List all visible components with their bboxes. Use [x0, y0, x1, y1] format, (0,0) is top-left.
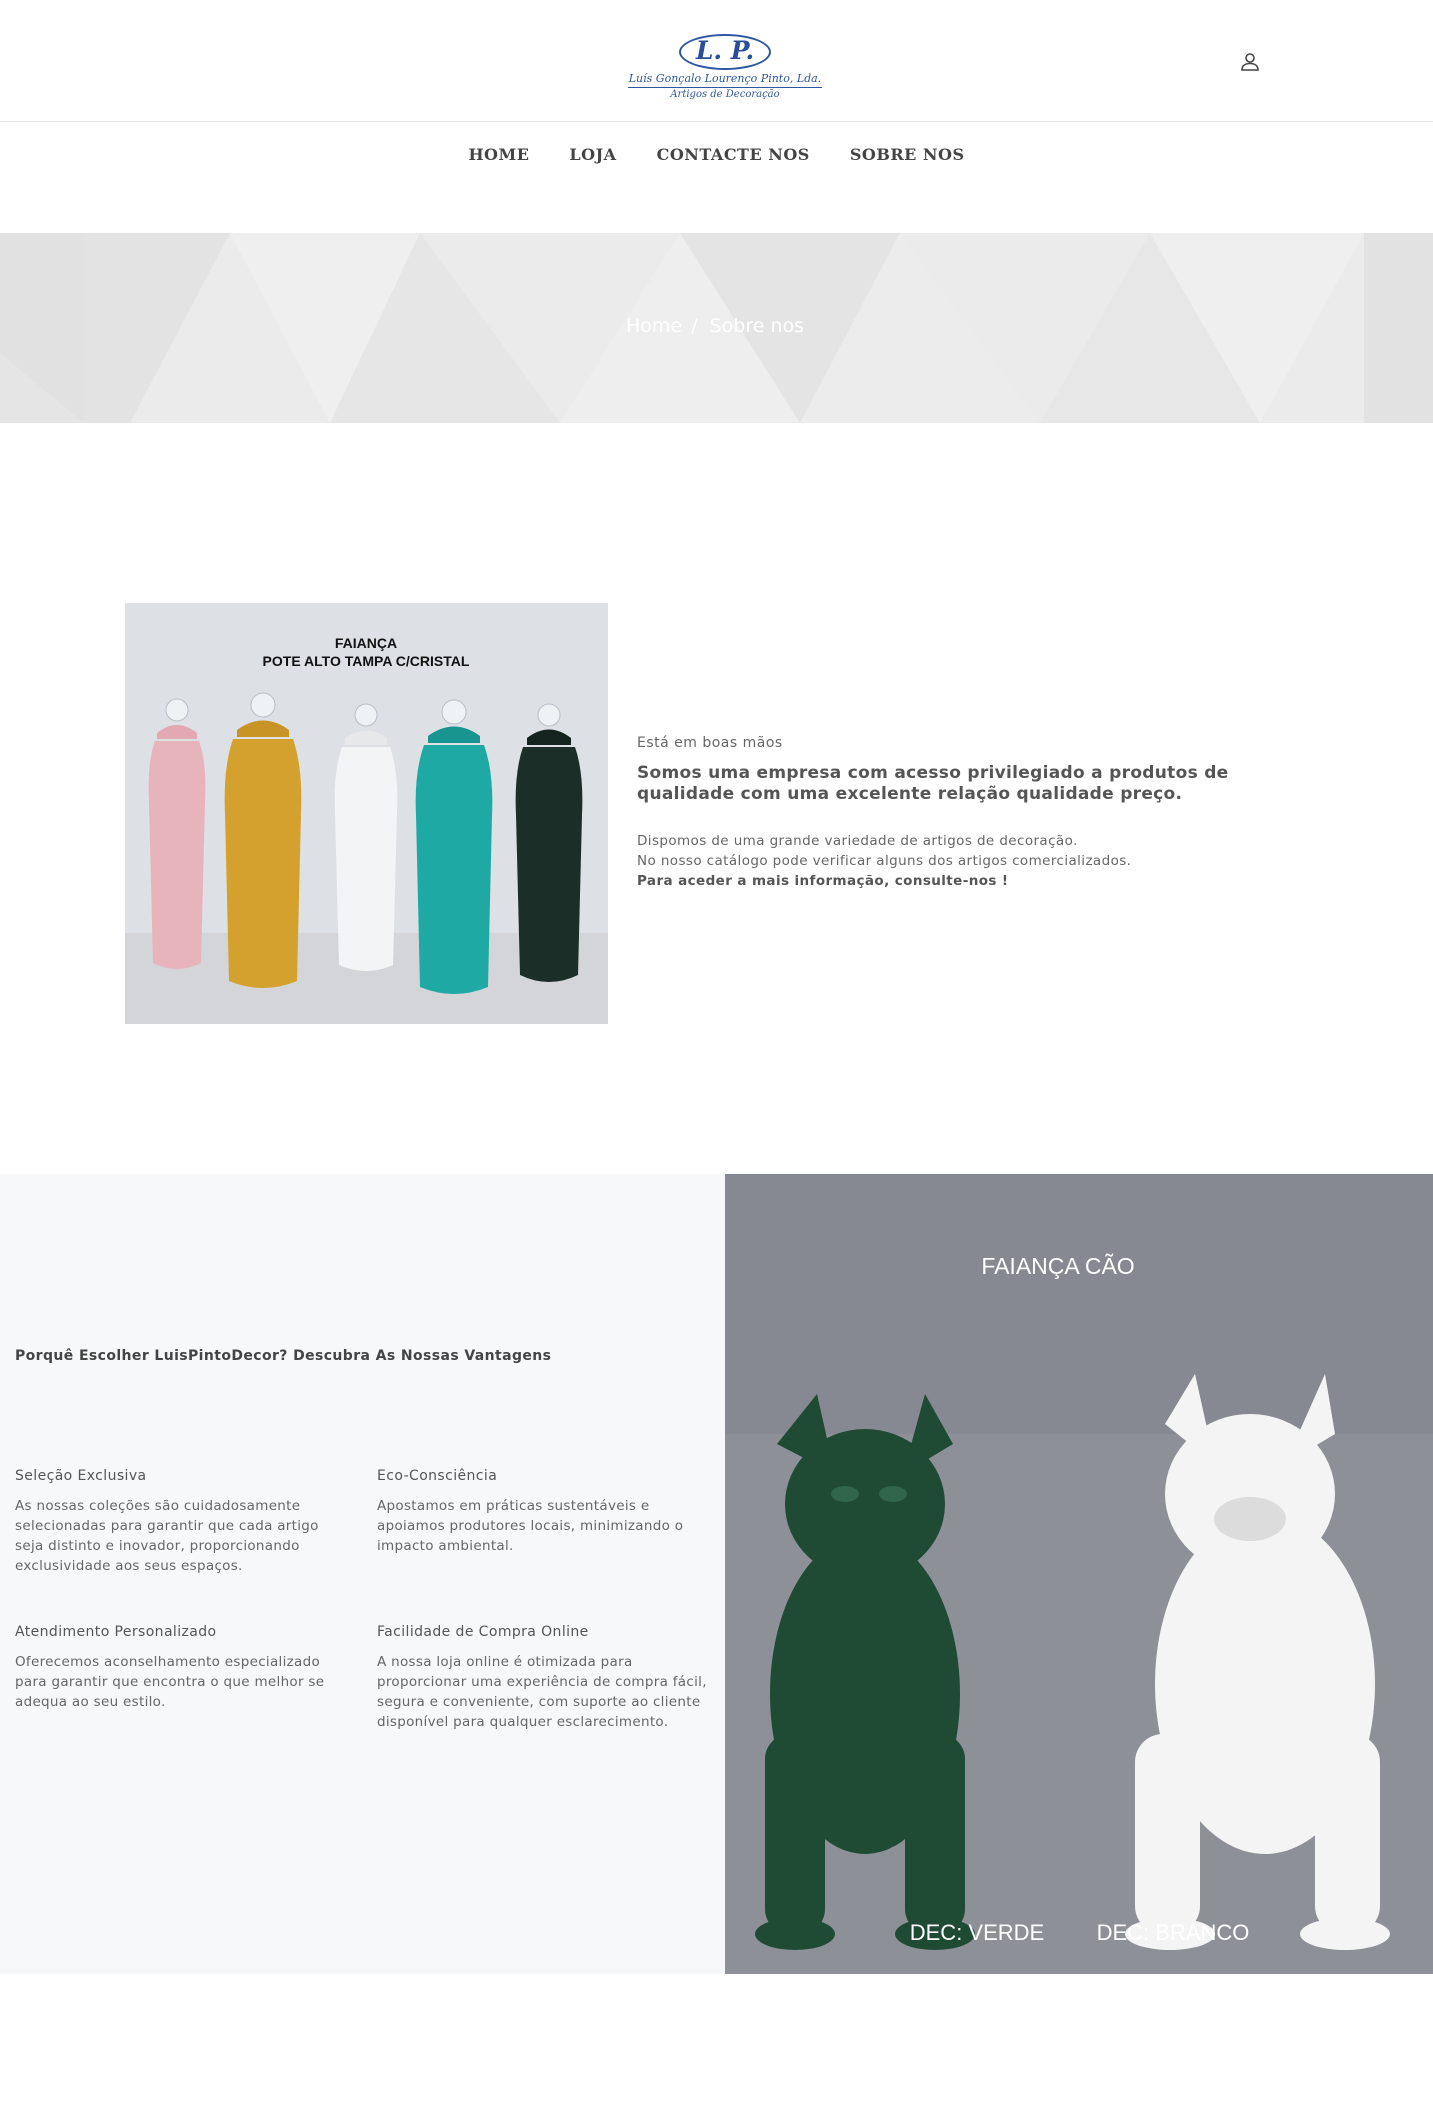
advantages-section: Porquê Escolher LuisPintoDecor? Descubra… [0, 1174, 725, 1974]
logo-tagline: Artigos de Decoração [670, 89, 780, 100]
dogs-product-image: FAIANÇA CÃO DEC: VERDE DEC: BRANCO [725, 1174, 1433, 1974]
about-line-3: Para aceder a mais informação, consulte-… [637, 873, 1009, 889]
breadcrumb-current: Sobre nos [709, 315, 805, 337]
nav-item-loja[interactable]: LOJA [569, 145, 616, 233]
feature-title: Seleção Exclusiva [15, 1468, 147, 1484]
advantages-title: Porquê Escolher LuisPintoDecor? Descubra… [15, 1348, 552, 1364]
feature-exclusive-selection: Seleção Exclusiva As nossas coleções são… [15, 1468, 345, 1576]
nav-item-sobre-nos[interactable]: SOBRE NOS [850, 145, 965, 233]
about-text-block: Está em boas mãos Somos uma empresa com … [637, 735, 1297, 891]
breadcrumb-home-link[interactable]: Home [626, 315, 682, 337]
nav-item-home[interactable]: HOME [468, 145, 529, 233]
page-banner: Home / Sobre nos [0, 233, 1433, 423]
logo-initials: L. P. [695, 36, 755, 65]
about-line-1: Dispomos de uma grande variedade de arti… [637, 833, 1078, 849]
vases-caption-line2: POTE ALTO TAMPA C/CRISTAL [263, 653, 470, 669]
user-icon[interactable] [1238, 50, 1262, 74]
feature-title: Facilidade de Compra Online [377, 1624, 589, 1640]
about-line-2: No nosso catálogo pode verificar alguns … [637, 853, 1132, 869]
vases-caption-line1: FAIANÇA [335, 635, 397, 651]
logo-company-name: Luís Gonçalo Lourenço Pinto, Lda. [628, 72, 822, 85]
vases-product-image: FAIANÇA POTE ALTO TAMPA C/CRISTAL [125, 603, 608, 1024]
site-header: L. P. Luís Gonçalo Lourenço Pinto, Lda. … [0, 0, 1433, 122]
feature-desc: Oferecemos aconselhamento especializado … [15, 1654, 325, 1710]
main-navigation: HOME LOJA CONTACTE NOS SOBRE NOS [0, 123, 1433, 233]
about-eyebrow: Está em boas mãos [637, 735, 783, 751]
dogs-caption-green: DEC: VERDE [910, 1920, 1044, 1945]
dogs-caption-white: DEC: BRANCO [1097, 1920, 1250, 1945]
breadcrumb-separator: / [691, 315, 698, 337]
feature-title: Atendimento Personalizado [15, 1624, 217, 1640]
company-logo[interactable]: L. P. Luís Gonçalo Lourenço Pinto, Lda. … [620, 32, 830, 108]
feature-desc: As nossas coleções são cuidadosamente se… [15, 1498, 319, 1574]
about-headline: Somos uma empresa com acesso privilegiad… [637, 763, 1229, 804]
feature-title: Eco-Consciência [377, 1468, 498, 1484]
about-paragraph: Dispomos de uma grande variedade de arti… [637, 831, 1297, 891]
dogs-caption-title: FAIANÇA CÃO [981, 1253, 1134, 1279]
logo-underline [628, 87, 822, 88]
feature-eco-consciousness: Eco-Consciência Apostamos em práticas su… [377, 1468, 707, 1556]
feature-personal-service: Atendimento Personalizado Oferecemos aco… [15, 1624, 345, 1712]
nav-item-contacte-nos[interactable]: CONTACTE NOS [657, 145, 810, 233]
feature-desc: Apostamos em práticas sustentáveis e apo… [377, 1498, 684, 1554]
breadcrumb: Home / Sobre nos [0, 315, 1433, 337]
feature-desc: A nossa loja online é otimizada para pro… [377, 1654, 707, 1730]
feature-online-shopping: Facilidade de Compra Online A nossa loja… [377, 1624, 707, 1732]
